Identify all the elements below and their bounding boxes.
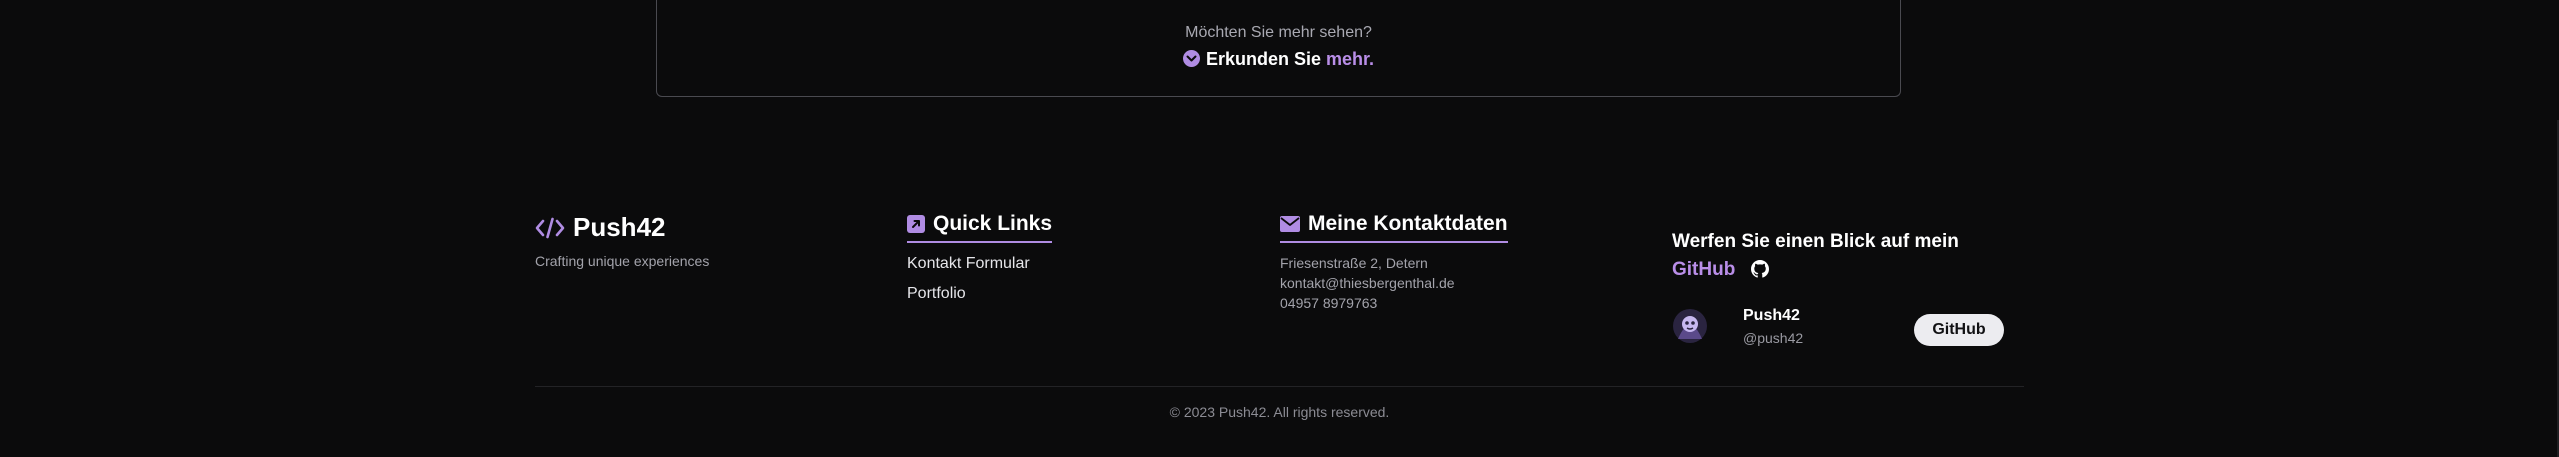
contact-phone[interactable]: 04957 8979763 xyxy=(1280,293,1508,313)
github-icon[interactable] xyxy=(1750,259,1769,287)
contact-title: Meine Kontaktdaten xyxy=(1308,212,1508,235)
github-section: Werfen Sie einen Blick auf mein GitHub P… xyxy=(1672,228,2007,353)
link-portfolio[interactable]: Portfolio xyxy=(907,285,1052,303)
brand-tagline: Crafting unique experiences xyxy=(535,253,710,269)
avatar xyxy=(1672,305,1708,347)
github-profile-card: Push42 @push42 GitHub xyxy=(1672,305,2007,353)
contact-address: Friesenstraße 2, Detern xyxy=(1280,255,1428,271)
brand-name: Push42 xyxy=(573,212,666,242)
contact-details: Friesenstraße 2, Detern kontakt@thiesber… xyxy=(1280,253,1508,313)
explore-question: Möchten Sie mehr sehen? xyxy=(1185,24,1372,41)
github-heading-link[interactable]: GitHub xyxy=(1672,259,1735,280)
copyright-text: © 2023 Push42. All rights reserved. xyxy=(1169,404,1390,420)
explore-action-text: Erkunden Sie xyxy=(1205,49,1321,69)
arrow-square-icon xyxy=(907,215,925,233)
github-button[interactable]: GitHub xyxy=(1914,314,2004,346)
quick-links-section: Quick Links Kontakt Formular Portfolio xyxy=(907,212,1053,315)
explore-more-link[interactable]: Erkunden Sie mehr. xyxy=(657,49,1900,70)
envelope-icon xyxy=(1280,216,1300,232)
github-heading: Werfen Sie einen Blick auf mein GitHub xyxy=(1672,228,2007,287)
contact-email[interactable]: kontakt@thiesbergenthal.de xyxy=(1280,273,1508,293)
page: Möchten Sie mehr sehen? Erkunden Sie meh… xyxy=(0,0,2559,457)
github-profile-name: Push42 xyxy=(1743,307,1800,324)
chevron-down-icon xyxy=(1182,50,1200,67)
code-brackets-icon xyxy=(535,216,565,240)
contact-section: Meine Kontaktdaten Friesenstraße 2, Dete… xyxy=(1280,212,1508,313)
quick-links-list: Kontakt Formular Portfolio xyxy=(907,255,1052,303)
explore-more-card: Möchten Sie mehr sehen? Erkunden Sie meh… xyxy=(656,0,1901,97)
github-profile-handle: @push42 xyxy=(1743,330,1804,346)
contact-heading: Meine Kontaktdaten xyxy=(1280,212,1508,243)
footer-divider xyxy=(535,386,2024,387)
quick-links-heading: Quick Links xyxy=(907,212,1053,243)
quick-links-title: Quick Links xyxy=(933,212,1053,235)
github-heading-text: Werfen Sie einen Blick auf mein xyxy=(1672,231,1959,252)
link-contact-form[interactable]: Kontakt Formular xyxy=(907,255,1052,273)
footer-brand: Push42 Crafting unique experiences xyxy=(535,212,709,269)
explore-action-highlight: mehr. xyxy=(1326,49,1375,69)
